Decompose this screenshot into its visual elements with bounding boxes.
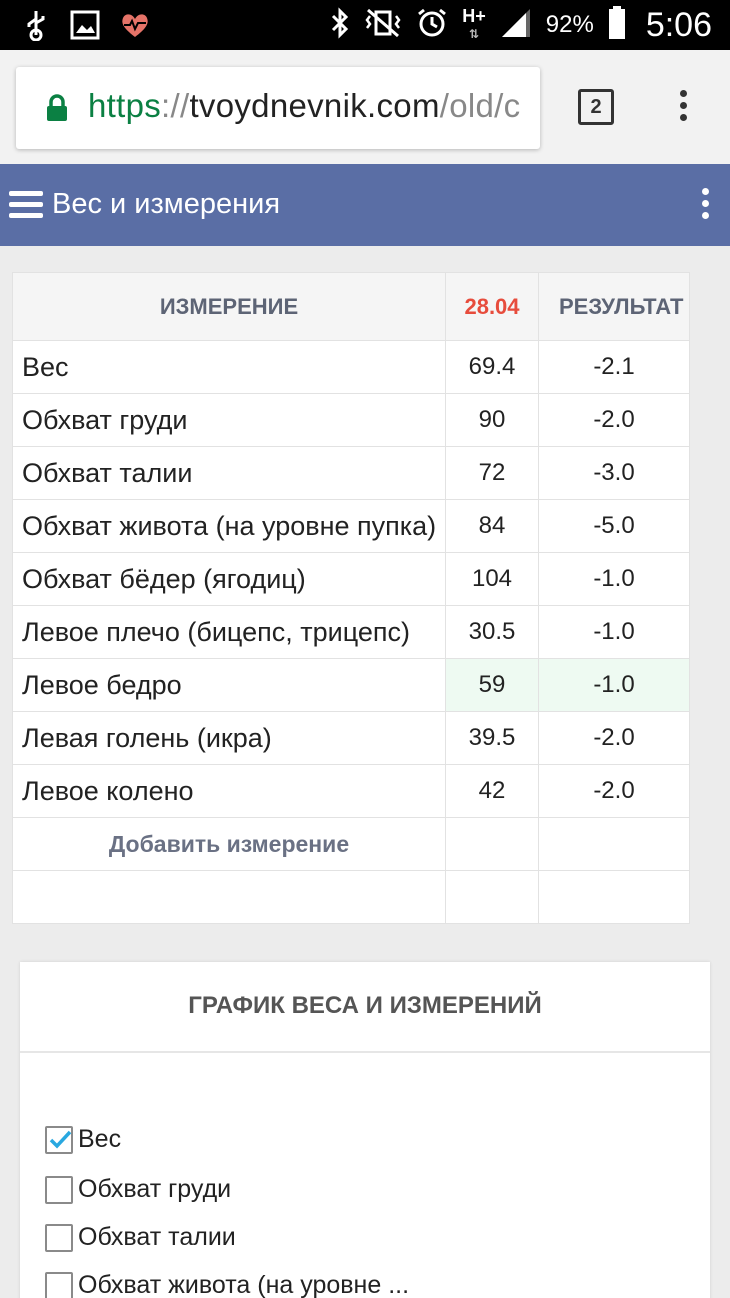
chart-option-label: Вес (78, 1125, 122, 1153)
measurement-value[interactable]: 69.4 (445, 340, 539, 394)
table-row[interactable]: Левое бедро 59 -1.0 (12, 658, 690, 712)
chart-card: ГРАФИК ВЕСА И ИЗМЕРЕНИЙ Вес Обхват груди… (20, 962, 710, 1298)
network-type: H+ ⇅ (462, 6, 486, 41)
measurement-result: -1.0 (538, 658, 690, 712)
page-title: Вес и измерения (52, 188, 281, 220)
measurement-name: Обхват груди (12, 393, 446, 447)
measurement-value[interactable]: 42 (445, 764, 539, 818)
chart-card-title: ГРАФИК ВЕСА И ИЗМЕРЕНИЙ (20, 962, 710, 1053)
chart-option-label: Обхват живота (на уровне ... (78, 1271, 410, 1298)
empty-cell (538, 817, 690, 871)
measurement-result: -1.0 (538, 605, 690, 659)
measurement-name: Обхват талии (12, 446, 446, 500)
measurement-name: Левое плечо (бицепс, трицепс) (12, 605, 446, 659)
header-measurement[interactable]: ИЗМЕРЕНИЕ (12, 272, 446, 341)
clock: 5:06 (645, 5, 712, 44)
alarm-icon (416, 7, 448, 44)
vibrate-icon (364, 8, 402, 43)
chart-option-label: Обхват груди (78, 1175, 232, 1203)
browser-menu-icon[interactable] (676, 90, 690, 126)
measurement-name: Левая голень (икра) (12, 711, 446, 765)
measurement-result: -2.0 (538, 711, 690, 765)
add-measurement-link[interactable]: Добавить измерение (12, 817, 446, 871)
status-bar: H+ ⇅ 92% 5:06 (0, 0, 730, 50)
empty-cell (538, 870, 690, 924)
empty-row (12, 870, 690, 924)
measurement-value[interactable]: 90 (445, 393, 539, 447)
measurement-name: Левое бедро (12, 658, 446, 712)
checkbox-waist[interactable] (45, 1223, 73, 1252)
measurement-result: -1.0 (538, 552, 690, 606)
measurement-result: -2.0 (538, 764, 690, 818)
table-header: ИЗМЕРЕНИЕ 28.04 РЕЗУЛЬТАТ (12, 272, 690, 341)
chart-option-chest[interactable]: Обхват груди (45, 1175, 231, 1204)
battery-percent: 92% (545, 11, 594, 38)
usb-icon (22, 9, 50, 46)
measurement-value[interactable]: 104 (445, 552, 539, 606)
notification-icons (22, 9, 150, 46)
header-date[interactable]: 28.04 (445, 272, 539, 341)
empty-cell (445, 817, 539, 871)
measurement-result: -2.0 (538, 393, 690, 447)
app-bar: Вес и измерения (0, 164, 730, 246)
checkbox-belly[interactable] (45, 1271, 73, 1298)
tab-switcher-button[interactable]: 2 (578, 89, 614, 125)
table-row[interactable]: Вес 69.4 -2.1 (12, 340, 690, 394)
overflow-menu-icon[interactable] (698, 188, 712, 224)
measurement-value[interactable]: 84 (445, 499, 539, 553)
measurement-result: -5.0 (538, 499, 690, 553)
measurement-name: Вес (12, 340, 446, 394)
measurement-name: Левое колено (12, 764, 446, 818)
checkbox-chest[interactable] (45, 1175, 73, 1204)
table-row[interactable]: Обхват живота (на уровне пупка) 84 -5.0 (12, 499, 690, 553)
empty-cell (12, 870, 446, 924)
chart-option-weight[interactable]: Вес (45, 1125, 121, 1154)
table-row[interactable]: Обхват груди 90 -2.0 (12, 393, 690, 447)
bluetooth-icon (330, 6, 350, 44)
hamburger-menu-icon[interactable] (9, 191, 43, 219)
measurement-name: Обхват бёдер (ягодиц) (12, 552, 446, 606)
measurement-result: -2.1 (538, 340, 690, 394)
heart-rate-icon (120, 11, 150, 44)
url-text[interactable]: https://tvoydnevnik.com/old/c (88, 87, 520, 125)
signal-icon (500, 7, 532, 44)
measurement-result: -3.0 (538, 446, 690, 500)
browser-toolbar: https://tvoydnevnik.com/old/c 2 (0, 50, 730, 164)
url-bar[interactable]: https://tvoydnevnik.com/old/c (16, 67, 540, 149)
measurement-name: Обхват живота (на уровне пупка) (12, 499, 446, 553)
add-row: Добавить измерение (12, 817, 690, 871)
lock-icon (46, 94, 68, 127)
header-result[interactable]: РЕЗУЛЬТАТ (538, 272, 690, 341)
measurement-value[interactable]: 39.5 (445, 711, 539, 765)
table-row[interactable]: Левая голень (икра) 39.5 -2.0 (12, 711, 690, 765)
measurement-value[interactable]: 59 (445, 658, 539, 712)
measurements-table: ИЗМЕРЕНИЕ 28.04 РЕЗУЛЬТАТ Вес 69.4 -2.1 … (12, 272, 690, 924)
battery-icon (608, 5, 626, 45)
empty-cell (445, 870, 539, 924)
table-row[interactable]: Обхват талии 72 -3.0 (12, 446, 690, 500)
measurement-value[interactable]: 30.5 (445, 605, 539, 659)
table-row[interactable]: Левое колено 42 -2.0 (12, 764, 690, 818)
measurement-value[interactable]: 72 (445, 446, 539, 500)
system-icons: H+ ⇅ 92% 5:06 (330, 0, 712, 50)
chart-option-waist[interactable]: Обхват талии (45, 1223, 236, 1252)
checkbox-weight[interactable] (45, 1125, 73, 1154)
image-icon (70, 10, 100, 45)
chart-option-belly[interactable]: Обхват живота (на уровне ... (45, 1271, 409, 1298)
table-row[interactable]: Обхват бёдер (ягодиц) 104 -1.0 (12, 552, 690, 606)
checkmark-icon (49, 1130, 72, 1149)
table-row[interactable]: Левое плечо (бицепс, трицепс) 30.5 -1.0 (12, 605, 690, 659)
chart-option-label: Обхват талии (78, 1223, 236, 1251)
